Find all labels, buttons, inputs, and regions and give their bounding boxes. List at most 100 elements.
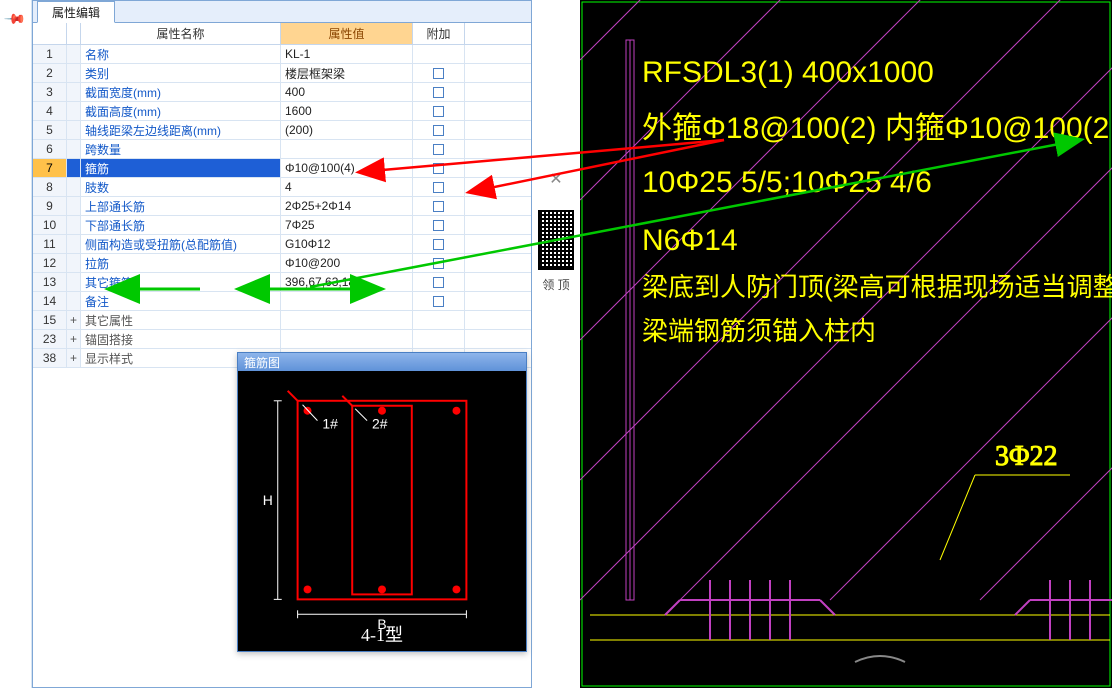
- row-index: 23: [33, 330, 67, 348]
- header-name: 属性名称: [81, 23, 281, 44]
- pin-icon[interactable]: 📌: [5, 7, 25, 27]
- checkbox-icon[interactable]: [433, 296, 444, 307]
- property-row[interactable]: 14备注: [33, 292, 531, 311]
- checkbox-icon[interactable]: [433, 258, 444, 269]
- property-row[interactable]: 2 类别楼层框架梁: [33, 64, 531, 83]
- property-row[interactable]: 13其它箍筋396,67,63,183: [33, 273, 531, 292]
- cad-viewport[interactable]: RFSDL3(1) 400x1000 外箍Φ18@100(2) 内箍Φ10@10…: [580, 0, 1112, 688]
- expand-toggle[interactable]: +: [67, 311, 81, 329]
- checkbox-icon[interactable]: [433, 277, 444, 288]
- checkbox-icon[interactable]: [433, 239, 444, 250]
- row-addon[interactable]: [413, 83, 465, 101]
- row-index: 3: [33, 83, 67, 101]
- expand-toggle: [67, 140, 81, 158]
- row-value[interactable]: G10Φ12: [281, 235, 413, 253]
- row-value[interactable]: [281, 330, 413, 348]
- property-row[interactable]: 6 跨数量: [33, 140, 531, 159]
- row-value[interactable]: [281, 292, 413, 310]
- row-name: 截面宽度(mm): [81, 83, 281, 101]
- row-addon[interactable]: [413, 64, 465, 82]
- svg-text:1#: 1#: [322, 416, 338, 432]
- row-name: 跨数量: [81, 140, 281, 158]
- row-value[interactable]: [281, 311, 413, 329]
- row-value[interactable]: Φ10@200: [281, 254, 413, 272]
- property-row[interactable]: 12拉筋Φ10@200: [33, 254, 531, 273]
- expand-toggle[interactable]: +: [67, 330, 81, 348]
- row-value[interactable]: Φ10@100(4): [281, 159, 413, 177]
- row-index: 12: [33, 254, 67, 272]
- checkbox-icon[interactable]: [433, 125, 444, 136]
- expand-toggle: [67, 197, 81, 215]
- checkbox-icon[interactable]: [433, 182, 444, 193]
- row-name: 截面高度(mm): [81, 102, 281, 120]
- checkbox-icon[interactable]: [433, 106, 444, 117]
- row-addon[interactable]: [413, 311, 465, 329]
- row-addon[interactable]: [413, 292, 465, 310]
- row-addon[interactable]: [413, 102, 465, 120]
- property-row[interactable]: 3 截面宽度(mm)400: [33, 83, 531, 102]
- checkbox-icon[interactable]: [433, 201, 444, 212]
- row-name: 箍筋: [81, 159, 281, 177]
- row-value[interactable]: 396,67,63,183: [281, 273, 413, 291]
- close-icon[interactable]: ✕: [546, 170, 566, 190]
- cad-text-line4: N6Φ14: [642, 224, 738, 257]
- property-row[interactable]: 5 轴线距梁左边线距离(mm)(200): [33, 121, 531, 140]
- expand-toggle: [67, 273, 81, 291]
- qr-code-icon[interactable]: [538, 210, 574, 270]
- row-addon[interactable]: [413, 330, 465, 348]
- middle-strip: ✕ 领 顶: [534, 0, 578, 688]
- row-name: 类别: [81, 64, 281, 82]
- row-name: 轴线距梁左边线距离(mm): [81, 121, 281, 139]
- row-index: 2: [33, 64, 67, 82]
- stirrup-canvas: H B 1# 2# 4-1型: [238, 371, 526, 651]
- row-value[interactable]: 4: [281, 178, 413, 196]
- row-value[interactable]: (200): [281, 121, 413, 139]
- property-row[interactable]: 23+锚固搭接: [33, 330, 531, 349]
- property-row[interactable]: 11侧面构造或受扭筋(总配筋值)G10Φ12: [33, 235, 531, 254]
- row-index: 5: [33, 121, 67, 139]
- property-row[interactable]: 8肢数4: [33, 178, 531, 197]
- row-index: 15: [33, 311, 67, 329]
- cad-text-line3: 10Φ25 5/5;10Φ25 4/6: [642, 166, 932, 199]
- row-addon[interactable]: [413, 273, 465, 291]
- checkbox-icon[interactable]: [433, 144, 444, 155]
- expand-toggle: [67, 102, 81, 120]
- row-addon[interactable]: [413, 197, 465, 215]
- cad-text-line5: 梁底到人防门顶(梁高可根据现场适当调整: [642, 272, 1112, 302]
- property-row[interactable]: 4 截面高度(mm)1600: [33, 102, 531, 121]
- row-addon[interactable]: [413, 216, 465, 234]
- row-addon[interactable]: [413, 121, 465, 139]
- row-value[interactable]: 楼层框架梁: [281, 64, 413, 82]
- row-value[interactable]: 2Φ25+2Φ14: [281, 197, 413, 215]
- row-index: 10: [33, 216, 67, 234]
- row-addon[interactable]: [413, 45, 465, 63]
- header-addon: 附加: [413, 23, 465, 44]
- row-index: 4: [33, 102, 67, 120]
- row-addon[interactable]: [413, 140, 465, 158]
- property-row[interactable]: 7箍筋Φ10@100(4): [33, 159, 531, 178]
- property-row[interactable]: 15+其它属性: [33, 311, 531, 330]
- row-value[interactable]: KL-1: [281, 45, 413, 63]
- row-addon[interactable]: [413, 235, 465, 253]
- row-addon[interactable]: [413, 178, 465, 196]
- expand-toggle[interactable]: +: [67, 349, 81, 367]
- checkbox-icon[interactable]: [433, 87, 444, 98]
- mid-strip-label: 领 顶: [534, 278, 578, 294]
- property-row[interactable]: 10下部通长筋7Φ25: [33, 216, 531, 235]
- tab-property-edit[interactable]: 属性编辑: [37, 1, 115, 23]
- row-value[interactable]: [281, 140, 413, 158]
- row-value[interactable]: 7Φ25: [281, 216, 413, 234]
- property-row[interactable]: 9上部通长筋2Φ25+2Φ14: [33, 197, 531, 216]
- row-index: 6: [33, 140, 67, 158]
- row-addon[interactable]: [413, 254, 465, 272]
- row-index: 11: [33, 235, 67, 253]
- row-addon[interactable]: [413, 159, 465, 177]
- checkbox-icon[interactable]: [433, 68, 444, 79]
- row-value[interactable]: 1600: [281, 102, 413, 120]
- checkbox-icon[interactable]: [433, 163, 444, 174]
- expand-toggle: [67, 121, 81, 139]
- property-row[interactable]: 1名称KL-1: [33, 45, 531, 64]
- row-value[interactable]: 400: [281, 83, 413, 101]
- cad-text-line2: 外箍Φ18@100(2) 内箍Φ10@100(2: [642, 112, 1109, 145]
- checkbox-icon[interactable]: [433, 220, 444, 231]
